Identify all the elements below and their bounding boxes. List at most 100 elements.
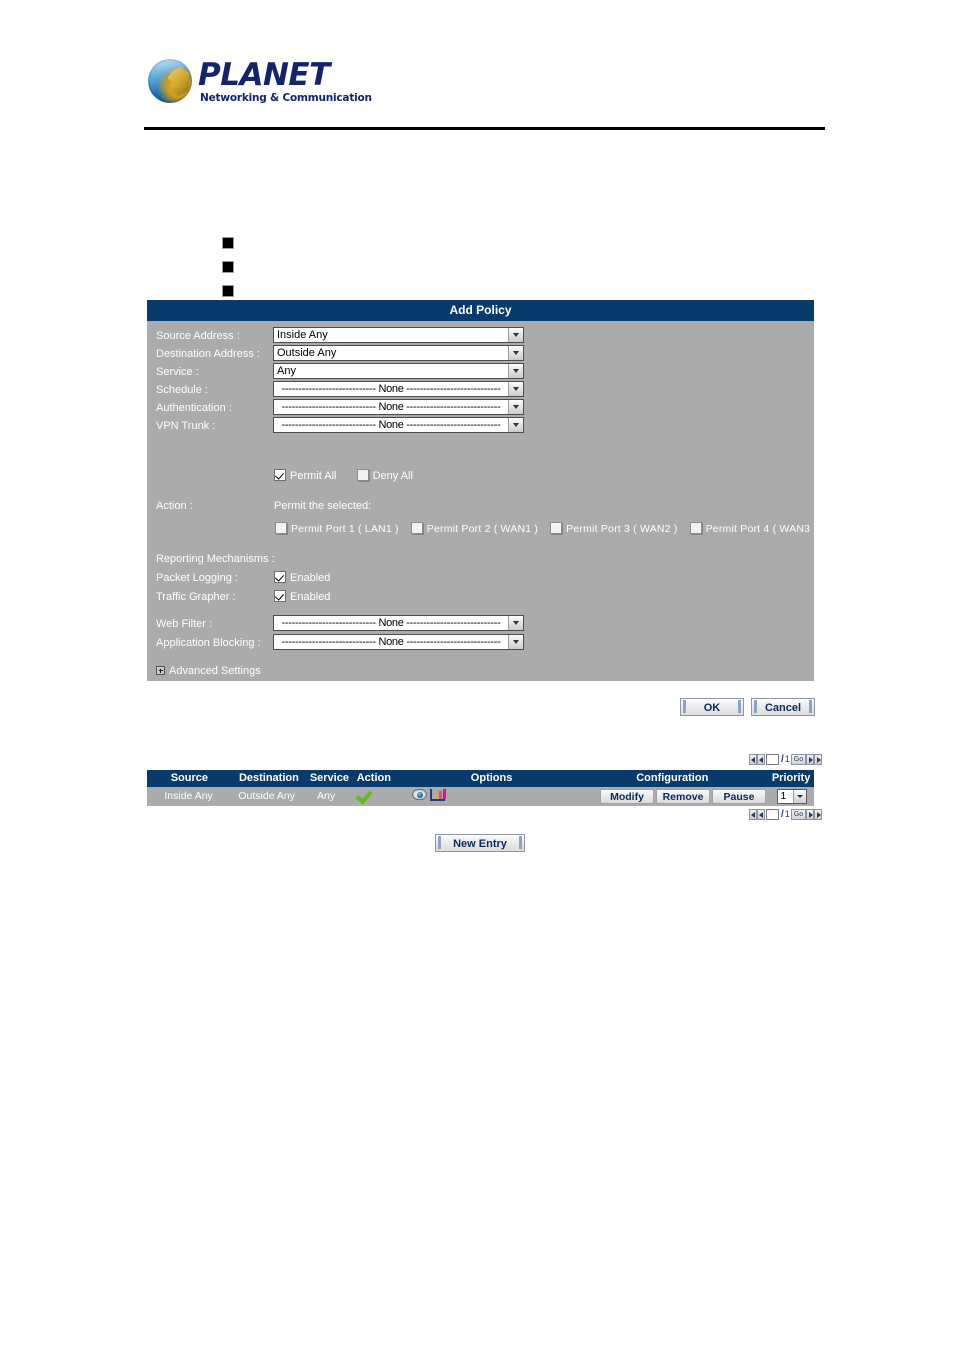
planet-globe-logo-icon: [148, 59, 192, 103]
cell-service: Any: [317, 790, 336, 802]
previous-page-icon[interactable]: [757, 809, 765, 821]
application-blocking-label: Application Blocking :: [156, 637, 261, 649]
pager-separator: /: [781, 754, 784, 766]
service-value: Any: [277, 365, 296, 377]
authentication-value: ---------------------------- None ------…: [281, 401, 501, 413]
web-filter-value: ---------------------------- None ------…: [281, 617, 501, 629]
chevron-down-icon[interactable]: [508, 346, 523, 360]
column-header-action: Action: [356, 772, 391, 784]
expand-plus-icon[interactable]: [156, 666, 165, 675]
chevron-down-icon[interactable]: [508, 635, 523, 649]
chevron-down-icon[interactable]: [792, 789, 806, 803]
chevron-down-icon[interactable]: [508, 400, 523, 414]
priority-value: 1: [780, 789, 787, 802]
permit-port-2-checkbox[interactable]: [410, 522, 423, 534]
next-page-icon[interactable]: [806, 809, 815, 821]
last-page-icon[interactable]: [814, 754, 823, 766]
vpn-trunk-value: ---------------------------- None ------…: [281, 419, 501, 431]
service-select[interactable]: Any: [273, 363, 524, 379]
chevron-down-icon[interactable]: [508, 328, 523, 342]
field-row-traffic-grapher: Traffic Grapher : Enabled: [147, 588, 814, 606]
modify-button[interactable]: Modify: [600, 788, 655, 804]
field-row-web-filter: Web Filter : ---------------------------…: [147, 615, 814, 633]
packet-logging-checkbox[interactable]: [274, 571, 286, 583]
permit-the-selected-label: Permit the selected:: [274, 500, 372, 512]
priority-select[interactable]: 1: [776, 788, 807, 804]
new-entry-button[interactable]: New Entry: [435, 834, 525, 852]
vpn-trunk-select[interactable]: ---------------------------- None ------…: [273, 417, 524, 433]
brand-logo: PLANET Networking & Communication: [148, 55, 448, 117]
last-page-icon[interactable]: [814, 809, 823, 821]
packet-logging-value: Enabled: [290, 572, 331, 584]
column-header-options: Options: [470, 772, 513, 784]
permit-port-group: Permit Port 1 ( LAN1 ) Permit Port 2 ( W…: [275, 522, 826, 535]
permit-all-label: Permit All: [290, 470, 337, 482]
first-page-icon[interactable]: [749, 754, 757, 766]
advanced-settings-toggle[interactable]: Advanced Settings: [156, 665, 261, 677]
column-header-source: Source: [170, 772, 208, 784]
action-label: Action :: [156, 500, 193, 512]
field-row-packet-logging: Packet Logging : Enabled: [147, 569, 814, 587]
pager-go-button[interactable]: Go: [790, 754, 807, 766]
source-address-select[interactable]: Inside Any: [273, 327, 524, 343]
traffic-grapher-value: Enabled: [290, 591, 331, 603]
schedule-value: ---------------------------- None ------…: [281, 383, 501, 395]
pause-button[interactable]: Pause: [712, 788, 767, 804]
pager-go-button[interactable]: Go: [790, 809, 807, 821]
permit-port-4-checkbox[interactable]: [689, 522, 702, 534]
traffic-grapher-bar-chart-icon[interactable]: [430, 789, 446, 801]
permit-port-1-checkbox[interactable]: [275, 522, 287, 534]
chevron-down-icon[interactable]: [508, 382, 523, 396]
pager-total-pages: 1: [784, 809, 790, 820]
cell-options: [404, 787, 578, 806]
packet-logging-control: Enabled: [274, 571, 330, 584]
cell-priority: 1: [769, 787, 814, 806]
page-number-input[interactable]: [766, 809, 779, 821]
permit-all-checkbox[interactable]: [274, 469, 286, 481]
source-address-label: Source Address :: [156, 330, 240, 342]
traffic-grapher-control: Enabled: [274, 590, 330, 603]
page-number-input[interactable]: [766, 754, 779, 766]
column-header-destination: Destination: [238, 772, 299, 784]
authentication-select[interactable]: ---------------------------- None ------…: [273, 399, 524, 415]
authentication-label: Authentication :: [156, 402, 232, 414]
previous-page-icon[interactable]: [757, 754, 765, 766]
destination-address-select[interactable]: Outside Any: [273, 345, 524, 361]
table-header-row: Source Destination Service Action Option…: [147, 770, 814, 787]
schedule-select[interactable]: ---------------------------- None ------…: [273, 381, 524, 397]
field-row-schedule: Schedule : ---------------------------- …: [147, 381, 814, 399]
pagination-top: /1 Go: [749, 754, 823, 766]
cell-configuration: Modify Remove Pause: [579, 787, 769, 806]
remove-button[interactable]: Remove: [656, 788, 711, 804]
advanced-settings-label: Advanced Settings: [169, 665, 261, 677]
reporting-mechanisms-header: Reporting Mechanisms :: [147, 550, 814, 568]
chevron-down-icon[interactable]: [508, 616, 523, 630]
schedule-label: Schedule :: [156, 384, 208, 396]
panel-body: Source Address : Inside Any Destination …: [147, 321, 817, 681]
chevron-down-icon[interactable]: [508, 364, 523, 378]
permit-port-2-item: Permit Port 2 ( WAN1 ): [410, 522, 538, 535]
chevron-down-icon[interactable]: [508, 418, 523, 432]
next-page-icon[interactable]: [806, 754, 815, 766]
table-row: Inside Any Outside Any Any Modify Remove P…: [147, 787, 814, 806]
application-blocking-select[interactable]: ---------------------------- None ------…: [273, 634, 524, 650]
permit-port-3-checkbox[interactable]: [550, 522, 563, 534]
packet-logging-eye-icon[interactable]: [412, 789, 428, 800]
web-filter-label: Web Filter :: [156, 618, 213, 630]
web-filter-select[interactable]: ---------------------------- None ------…: [273, 615, 524, 631]
reporting-mechanisms-label: Reporting Mechanisms :: [156, 553, 275, 565]
header-divider: [144, 127, 825, 130]
first-page-icon[interactable]: [749, 809, 757, 821]
traffic-grapher-label: Traffic Grapher :: [156, 591, 236, 603]
deny-all-checkbox[interactable]: [356, 469, 369, 481]
form-actions: OK Cancel: [680, 698, 815, 716]
panel-title: Add Policy: [147, 300, 814, 321]
traffic-grapher-checkbox[interactable]: [274, 590, 286, 602]
field-row-application-blocking: Application Blocking : -----------------…: [147, 634, 814, 652]
ok-button[interactable]: OK: [680, 698, 744, 716]
cancel-button[interactable]: Cancel: [751, 698, 815, 716]
cell-destination: Outside Any: [238, 790, 295, 802]
field-row-destination-address: Destination Address : Outside Any: [147, 345, 814, 363]
brand-name: PLANET: [198, 57, 330, 93]
field-row-source-address: Source Address : Inside Any: [147, 327, 814, 345]
